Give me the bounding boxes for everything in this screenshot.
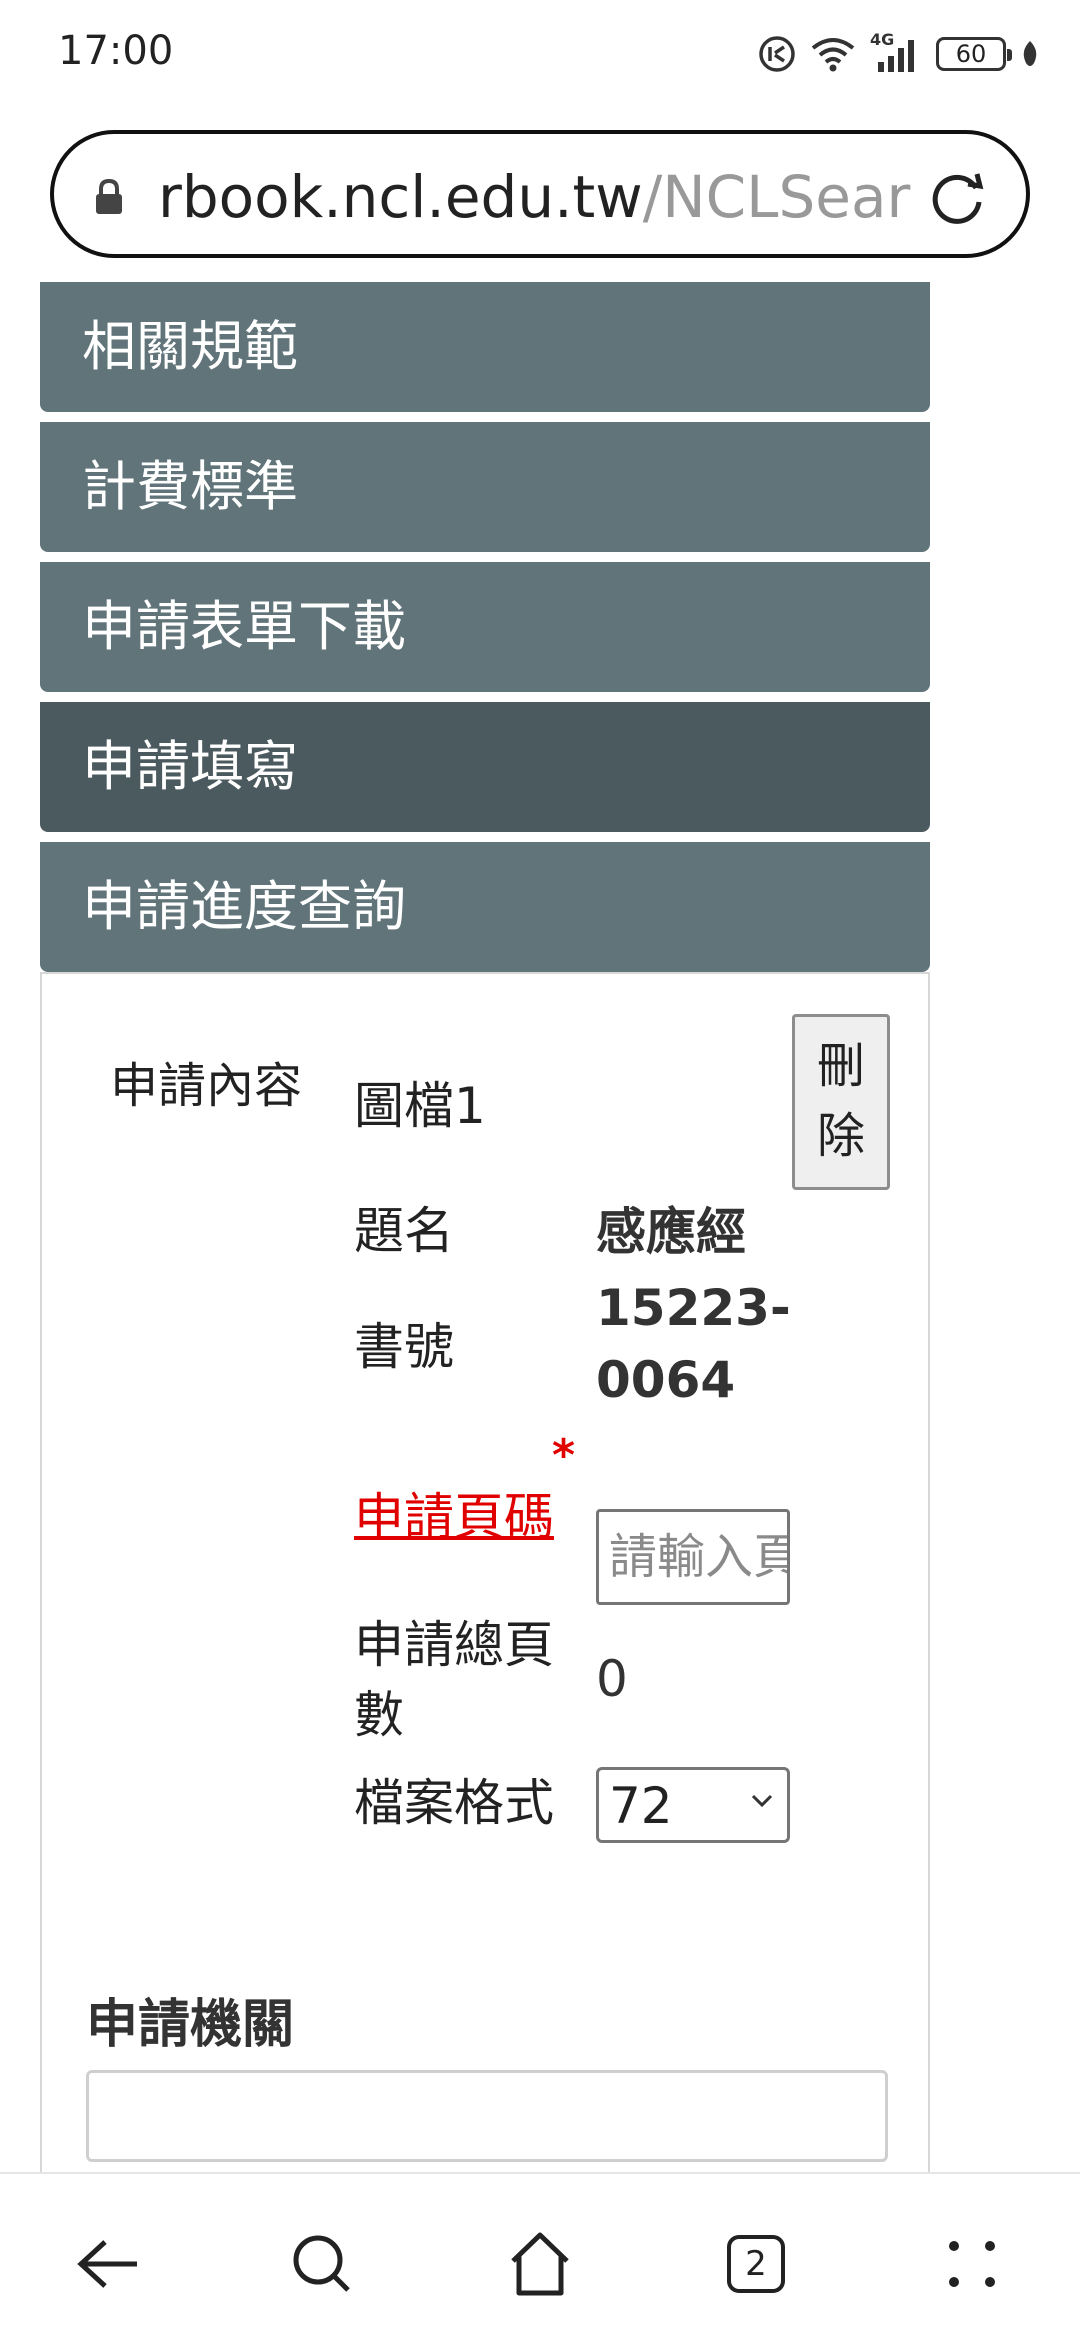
battery-level: 60 <box>955 40 987 68</box>
back-arrow-icon <box>77 2240 137 2288</box>
more-icon <box>949 2241 995 2287</box>
search-icon <box>293 2235 350 2292</box>
lock-icon <box>96 178 122 214</box>
menu-button[interactable] <box>932 2224 1012 2304</box>
home-icon <box>511 2232 569 2296</box>
call-number-label: 書號 <box>354 1318 454 1376</box>
wifi-icon <box>811 38 855 72</box>
menu-item-application-fill[interactable]: 申請填寫 <box>40 702 930 832</box>
vpn-icon <box>759 36 795 72</box>
back-button[interactable] <box>68 2224 148 2304</box>
address-bar[interactable]: rbook.ncl.edu.tw/NCLSear <box>50 130 1030 258</box>
delete-button[interactable]: 刪除 <box>792 1014 890 1190</box>
search-button[interactable] <box>282 2224 362 2304</box>
battery-icon: 60 <box>936 37 1012 71</box>
url-path: /NCLSear <box>642 164 911 230</box>
browser-bottom-nav: 2 <box>0 2172 1080 2340</box>
menu-item-regulations[interactable]: 相關規範 <box>40 282 930 412</box>
menu-item-form-download[interactable]: 申請表單下載 <box>40 562 930 692</box>
home-button[interactable] <box>500 2224 580 2304</box>
service-menu: 相關規範 計費標準 申請表單下載 申請填寫 申請進度查詢 <box>40 282 930 982</box>
status-time: 17:00 <box>58 28 174 74</box>
total-pages-label: 申請總頁數 <box>354 1616 554 1744</box>
applying-organization-label: 申請機關 <box>86 1995 295 2055</box>
call-number-value: 15223-0064 <box>596 1279 791 1409</box>
application-form-panel: 申請內容 圖檔1 刪除 題名 感應經 書號 15223-0064 * 申請頁碼 … <box>40 972 930 2172</box>
required-mark: * <box>552 1430 576 1481</box>
file-format-value: 72 <box>609 1777 673 1835</box>
application-content-label: 申請內容 <box>110 1058 303 1114</box>
tabs-button[interactable]: 2 <box>716 2224 796 2304</box>
total-pages-value: 0 <box>596 1650 628 1708</box>
url-text[interactable]: rbook.ncl.edu.tw/NCLSear <box>158 164 948 230</box>
status-bar: 17:00 4G 60 <box>0 0 1080 110</box>
page-number-link[interactable]: 申請頁碼 <box>354 1482 554 1552</box>
menu-item-progress-query[interactable]: 申請進度查詢 <box>40 842 930 972</box>
title-value: 感應經 <box>596 1203 746 1261</box>
url-domain: rbook.ncl.edu.tw <box>158 164 643 230</box>
menu-item-fee-standard[interactable]: 計費標準 <box>40 422 930 552</box>
tab-count: 2 <box>727 2235 785 2293</box>
file-name: 圖檔1 <box>354 1077 486 1135</box>
reload-icon[interactable] <box>924 164 990 230</box>
page-number-input[interactable] <box>596 1509 790 1605</box>
chevron-down-icon <box>751 1794 773 1808</box>
applying-organization-input[interactable] <box>86 2070 888 2162</box>
cellular-signal-icon: 4G <box>870 30 922 74</box>
leaf-icon <box>1023 41 1037 66</box>
file-format-label: 檔案格式 <box>354 1774 554 1832</box>
title-label: 題名 <box>354 1202 454 1260</box>
file-format-select[interactable]: 72 <box>596 1767 790 1843</box>
status-icons: 4G 60 <box>758 30 1040 76</box>
